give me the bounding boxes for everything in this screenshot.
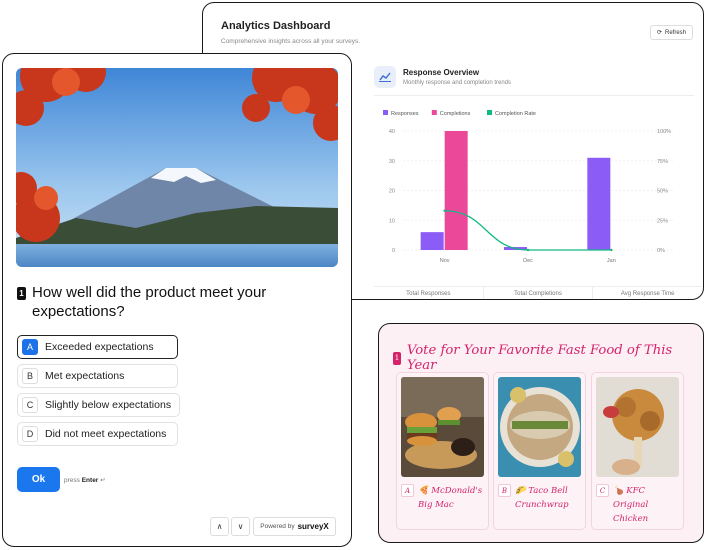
- chevron-up-icon: ∧: [216, 522, 223, 531]
- mount-fuji-image: [16, 68, 338, 267]
- line-point: [526, 248, 530, 252]
- question-number-badge: 1: [393, 351, 401, 365]
- y-tick-label: 20: [389, 189, 395, 195]
- survey-card: 1 How well did the product meet your exp…: [2, 53, 352, 547]
- enter-key: Enter: [81, 477, 99, 484]
- legend-label: Completions: [440, 111, 471, 117]
- x-tick-label: Nov: [440, 258, 450, 264]
- option-b[interactable]: B Met expectations: [17, 364, 178, 388]
- vote-title-text: Vote for Your Favorite Fast Food of This…: [406, 343, 673, 373]
- question-text: How well did the product meet your expec…: [32, 284, 267, 320]
- legend-swatch: [383, 110, 388, 115]
- vote-option-a[interactable]: A 🍕 McDonald's Big Mac: [396, 372, 489, 530]
- y2-tick-label: 50%: [657, 189, 668, 195]
- option-label: Exceeded expectations: [45, 341, 154, 353]
- pizza-emoji-icon: 🍕: [418, 486, 429, 496]
- response-overview-chart: Responses Completions Completion Rate 0 10 20…: [383, 110, 673, 264]
- fried-chicken-image: [596, 377, 679, 477]
- bar-responses: [420, 232, 444, 250]
- y2-tick-label: 100%: [657, 129, 671, 135]
- option-c[interactable]: C Slightly below expectations: [17, 393, 180, 417]
- option-key: A: [401, 484, 414, 497]
- option-key: D: [22, 426, 38, 442]
- y-tick-label: 30: [389, 159, 395, 165]
- stats-row: Total Responses Total Completions Avg Re…: [374, 286, 702, 299]
- vote-option-label: C 🍗 KFC Original Chicken: [596, 484, 682, 526]
- chart-icon: [374, 66, 396, 88]
- overview-title: Response Overview: [403, 68, 480, 77]
- vote-option-label: A 🍕 McDonald's Big Mac: [401, 484, 487, 512]
- overview-subtitle: Monthly response and completion trends: [403, 80, 512, 86]
- y-tick-label: 10: [389, 218, 395, 224]
- divider: [374, 95, 694, 96]
- stat-total-responses: Total Responses: [374, 287, 484, 299]
- option-key: C: [596, 484, 609, 497]
- vote-question: 1 Vote for Your Favorite Fast Food of Th…: [393, 343, 703, 373]
- press-label: press: [64, 477, 80, 484]
- option-label: Met expectations: [45, 370, 125, 382]
- vote-option-label: B 🌮 Taco Bell Crunchwrap: [498, 484, 584, 512]
- stat-avg-response-time: Avg Response Time: [620, 291, 675, 297]
- chicken-emoji-icon: 🍗: [613, 486, 624, 496]
- option-key: A: [22, 339, 38, 355]
- surveyx-logo: surveyX: [297, 522, 329, 531]
- legend-label: Completion Rate: [495, 111, 536, 117]
- x-tick-label: Dec: [523, 258, 533, 264]
- enter-icon: ↵: [100, 477, 106, 484]
- powered-by-badge[interactable]: Powered by surveyX: [253, 517, 336, 536]
- y2-tick-label: 75%: [657, 159, 668, 165]
- refresh-label: Refresh: [664, 29, 686, 36]
- nav-down-button[interactable]: ∨: [231, 517, 250, 536]
- option-label: Did not meet expectations: [45, 428, 167, 440]
- crunchwrap-image: [498, 377, 581, 477]
- legend-label: Responses: [391, 111, 419, 117]
- refresh-button[interactable]: ⟳ Refresh: [649, 25, 693, 40]
- burger-image: [401, 377, 484, 477]
- taco-emoji-icon: 🌮: [515, 486, 526, 496]
- ok-button[interactable]: Ok: [17, 467, 60, 492]
- option-key: B: [498, 484, 511, 497]
- option-d[interactable]: D Did not meet expectations: [17, 422, 178, 446]
- y-tick-label: 40: [389, 129, 395, 135]
- option-key: C: [22, 397, 38, 413]
- nav-up-button[interactable]: ∧: [210, 517, 229, 536]
- refresh-icon: ⟳: [656, 30, 662, 36]
- legend-swatch: [431, 110, 437, 115]
- bar-responses: [587, 157, 611, 250]
- dashboard-title: Analytics Dashboard: [221, 20, 331, 32]
- question-number-badge: 1: [17, 287, 26, 300]
- option-a[interactable]: A Exceeded expectations: [17, 335, 178, 359]
- line-completion-rate: [444, 210, 612, 251]
- question-row: 1 How well did the product meet your exp…: [17, 283, 337, 321]
- vote-option-c[interactable]: C 🍗 KFC Original Chicken: [591, 372, 684, 530]
- line-point: [443, 209, 446, 212]
- press-enter-hint: press Enter ↵: [64, 476, 106, 484]
- x-tick-label: Jan: [607, 258, 616, 264]
- legend-swatch: [487, 110, 492, 115]
- y-tick-label: 0: [392, 248, 395, 254]
- option-key: B: [22, 368, 38, 384]
- powered-by-label: Powered by: [260, 523, 295, 530]
- chevron-down-icon: ∨: [237, 522, 244, 531]
- stat-total-completions: Total Completions: [484, 287, 594, 299]
- option-label: Slightly below expectations: [45, 399, 172, 411]
- fast-food-vote-card: 1 Vote for Your Favorite Fast Food of Th…: [378, 323, 704, 543]
- vote-option-b[interactable]: B 🌮 Taco Bell Crunchwrap: [493, 372, 586, 530]
- dashboard-subtitle: Comprehensive insights across all your s…: [221, 38, 361, 45]
- bar-completions: [444, 131, 468, 250]
- y2-tick-label: 0%: [657, 248, 665, 254]
- line-point: [610, 248, 613, 252]
- y2-tick-label: 25%: [657, 218, 668, 224]
